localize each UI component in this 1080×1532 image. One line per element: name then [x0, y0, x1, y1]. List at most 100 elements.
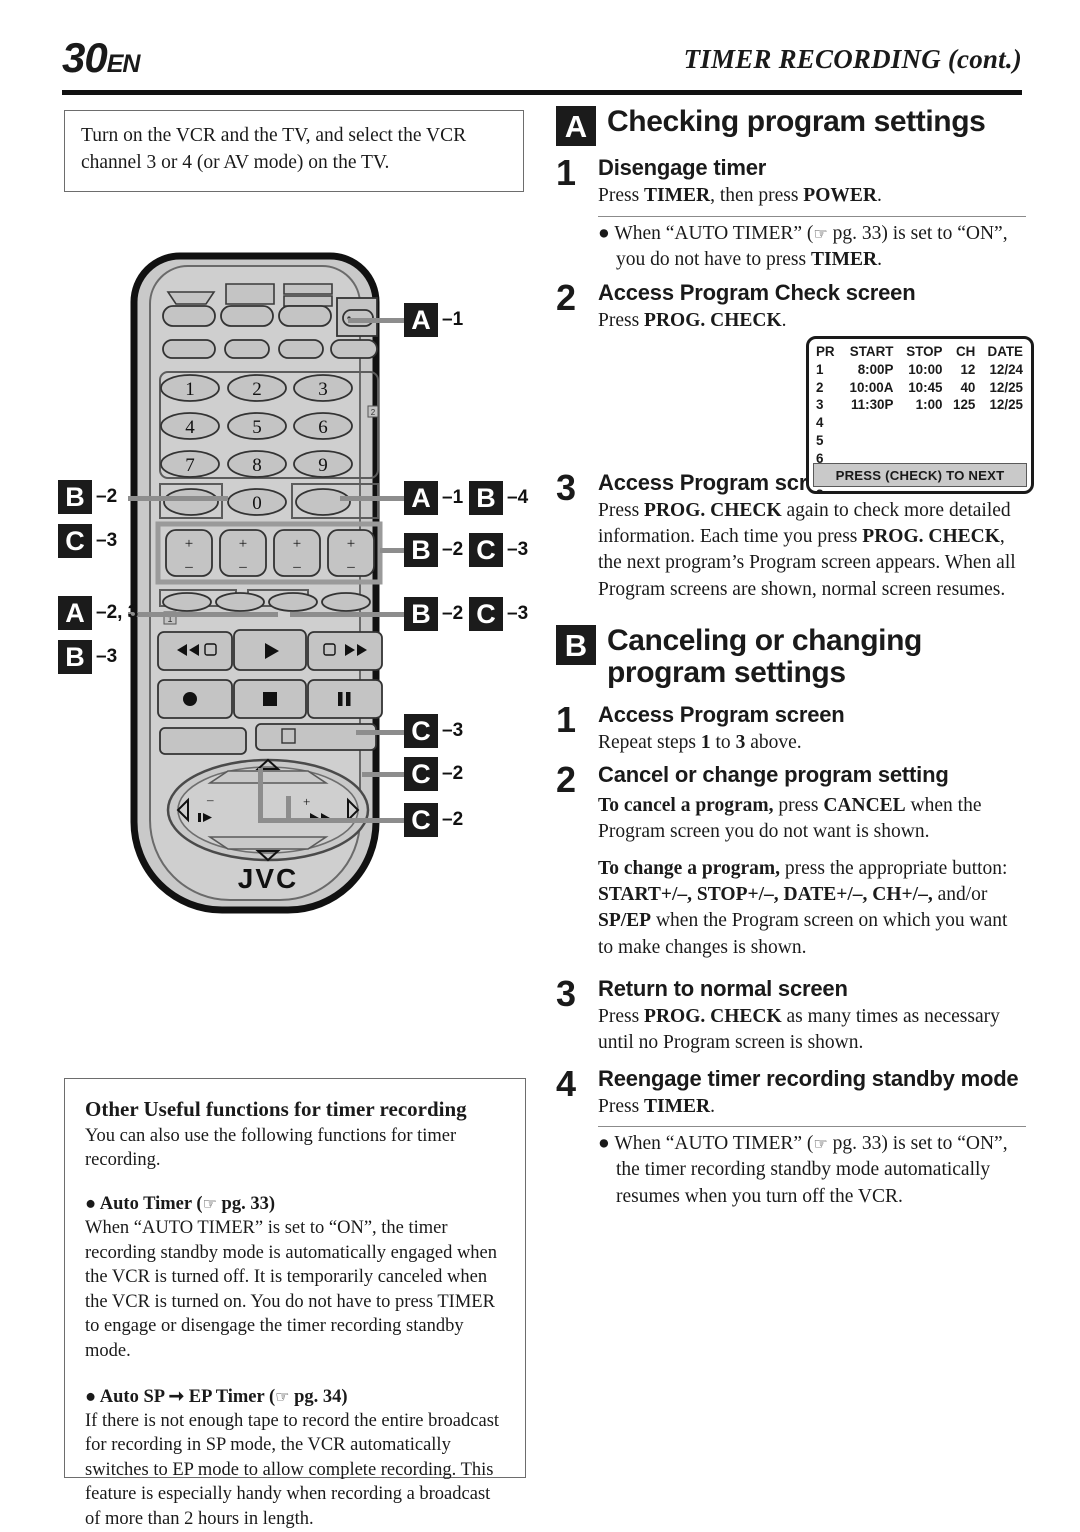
- pointing-hand-icon: ☞: [813, 1134, 828, 1154]
- callout-b3-left: B –3: [58, 640, 117, 674]
- step-number: 2: [556, 277, 577, 319]
- table-cell: [895, 432, 944, 450]
- useful-box-intro: You can also use the following functions…: [85, 1126, 457, 1171]
- table-cell: 12/25: [989, 379, 1023, 395]
- callout-letter: B: [58, 480, 92, 514]
- pointing-hand-icon: ☞: [202, 1194, 217, 1214]
- svg-text:–: –: [346, 559, 355, 575]
- table-header-row: PR START STOP CH DATE: [809, 343, 1031, 361]
- svg-text:–: –: [238, 559, 247, 575]
- svg-text:0: 0: [252, 493, 262, 514]
- svg-text:+: +: [303, 794, 310, 809]
- table-cell: [977, 432, 1031, 450]
- table-cell: [944, 414, 977, 432]
- table-cell: 3: [816, 397, 824, 413]
- table-cell: 10:00A: [849, 379, 894, 395]
- section-a-title: Checking program settings: [607, 105, 986, 138]
- table-cell: 4: [816, 415, 824, 431]
- other-useful-functions-box: Other Useful functions for timer recordi…: [64, 1078, 526, 1529]
- callout-letter: B: [404, 533, 438, 567]
- callout-number: –1: [442, 309, 464, 330]
- callout-number: –2: [96, 486, 118, 507]
- leader-line-a23-left: [128, 612, 278, 617]
- callout-c3-right: C –3: [469, 533, 528, 567]
- pointing-hand-icon: ☞: [275, 1386, 290, 1406]
- leader-line-c2-bottom: [258, 818, 408, 823]
- callout-number: –2: [442, 809, 464, 830]
- table-row: 2 10:00A 10:45 40 12/25: [809, 379, 1031, 397]
- callout-letter: C: [404, 757, 438, 791]
- callout-number: –3: [507, 539, 529, 560]
- svg-text:–: –: [206, 792, 214, 807]
- callout-number: –3: [442, 720, 464, 741]
- callout-b2-right: B –2: [404, 533, 463, 567]
- program-check-screen: PR START STOP CH DATE 1 8:00P 10:00 12 12/24…: [806, 336, 1034, 494]
- svg-text:6: 6: [318, 417, 328, 438]
- step-desc: Press TIMER, then press POWER.: [598, 185, 882, 207]
- step-desc-change: To change a program, press the appropria…: [598, 857, 1008, 958]
- section-b-step-4: 4 Reengage timer recording standby mode …: [556, 1065, 1026, 1210]
- svg-text:5: 5: [252, 417, 262, 438]
- col-stop: STOP: [906, 344, 943, 359]
- table-cell: 10:45: [908, 379, 943, 395]
- page-header: 30EN TIMER RECORDING (cont.): [62, 34, 1022, 94]
- callout-number: –2: [442, 539, 464, 560]
- table-cell: 1: [816, 361, 824, 377]
- step-desc: Press TIMER.: [598, 1095, 716, 1117]
- callout-letter: C: [58, 524, 92, 558]
- step-number: 1: [556, 699, 577, 741]
- useful-box-heading: Other Useful functions for timer recordi…: [85, 1097, 467, 1121]
- step-number: 3: [556, 972, 577, 1014]
- callout-a23-left: A –2, 3: [58, 596, 138, 630]
- callout-number: –3: [96, 530, 118, 551]
- callout-number: –3: [96, 646, 118, 667]
- callout-c2-jog-right: C –2: [404, 757, 463, 791]
- svg-text:7: 7: [185, 455, 195, 476]
- intro-note-box: Turn on the VCR and the TV, and select t…: [64, 110, 524, 192]
- auto-timer-body: When “AUTO TIMER” is set to “ON”, the ti…: [85, 1218, 498, 1362]
- callout-b4-right: B –4: [469, 481, 528, 515]
- table-cell: [977, 414, 1031, 432]
- table-cell: 2: [816, 379, 824, 395]
- callout-letter: B: [469, 481, 503, 515]
- table-cell: 5: [816, 433, 824, 449]
- callout-c2-jog-bottom: C –2: [404, 803, 463, 837]
- callout-c3-lower: C –3: [469, 597, 528, 631]
- header-rule: [62, 90, 1022, 95]
- leader-line-c3-wide: [356, 730, 408, 735]
- table-cell: 10:00: [908, 361, 943, 377]
- callout-letter: A: [404, 481, 438, 515]
- leader-line-b2-left: [128, 496, 228, 501]
- step-desc-cancel: To cancel a program, press CANCEL when t…: [598, 794, 982, 843]
- callout-number: –1: [442, 487, 464, 508]
- leader-line-c2-right: [362, 772, 408, 777]
- leader-line-c2-bottom-vert: [258, 768, 263, 823]
- svg-text:8: 8: [252, 455, 262, 476]
- table-cell: 12/25: [989, 397, 1023, 413]
- step-desc: Repeat steps 1 to 3 above.: [598, 732, 802, 754]
- table-cell: 40: [960, 379, 976, 395]
- callout-c3-left: C –3: [58, 524, 117, 558]
- step-title: Cancel or change program setting: [598, 761, 949, 787]
- callout-letter: C: [469, 533, 503, 567]
- col-start: START: [849, 344, 894, 359]
- svg-text:+: +: [185, 536, 193, 552]
- auto-timer-subheading: ● Auto Timer (☞ pg. 33): [85, 1194, 276, 1215]
- callout-number: –4: [507, 487, 529, 508]
- callout-b2-left: B –2: [58, 480, 117, 514]
- callout-letter: B: [404, 597, 438, 631]
- table-cell: 1:00: [915, 397, 943, 413]
- col-ch: CH: [956, 344, 976, 359]
- section-a-badge: A: [556, 106, 596, 146]
- leader-line-b2c3-lower: [290, 612, 408, 617]
- program-check-footer: PRESS (CHECK) TO NEXT: [813, 463, 1027, 487]
- auto-sp-ep-body: If there is not enough tape to record th…: [85, 1410, 500, 1530]
- step-bullet: ● When “AUTO TIMER” (☞ pg. 33) is set to…: [598, 222, 1008, 270]
- svg-text:3: 3: [318, 379, 328, 400]
- page-number: 30EN: [62, 34, 140, 81]
- table-cell: [944, 432, 977, 450]
- section-a-step-1: 1 Disengage timer Press TIMER, then pres…: [556, 154, 1026, 273]
- callout-a1-top: A –1: [404, 303, 463, 337]
- svg-text:1: 1: [185, 379, 195, 400]
- svg-text:–: –: [292, 559, 301, 575]
